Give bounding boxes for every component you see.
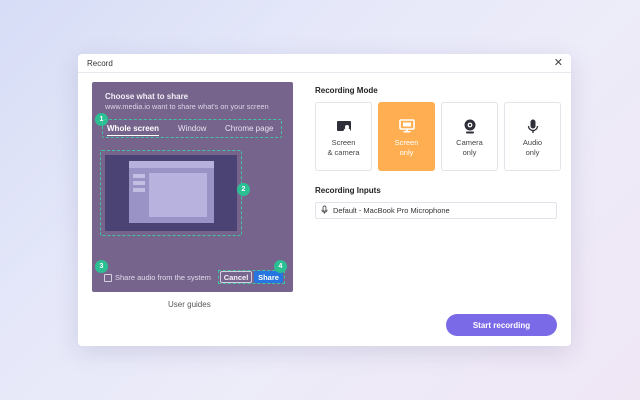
mode-label-line2: only bbox=[462, 147, 477, 157]
share-picker-illustration: Choose what to share www.media.io want t… bbox=[92, 82, 293, 292]
mode-audio-only[interactable]: Audio only bbox=[504, 102, 561, 171]
recording-mode-options: Screen & camera Screen only Camera only Aud… bbox=[315, 102, 561, 171]
screen-camera-icon bbox=[336, 119, 352, 133]
user-guides-link[interactable]: User guides bbox=[168, 300, 211, 309]
mode-label-line1: Audio bbox=[522, 138, 543, 147]
picker-heading: Choose what to share bbox=[105, 92, 189, 101]
webcam-icon bbox=[463, 119, 477, 133]
microphone-icon bbox=[321, 202, 328, 220]
record-dialog: Record ✕ Choose what to share www.media.… bbox=[78, 54, 571, 346]
dialog-titlebar: Record ✕ bbox=[78, 54, 571, 73]
tab-whole-screen[interactable]: Whole screen bbox=[107, 124, 160, 136]
cancel-button[interactable]: Cancel bbox=[220, 271, 252, 283]
step-badge-4: 4 bbox=[274, 260, 287, 273]
share-audio-label: Share audio from the system bbox=[115, 273, 211, 282]
picker-tabs: Whole screen Window Chrome page bbox=[102, 119, 282, 138]
step-badge-3: 3 bbox=[95, 260, 108, 273]
tab-chrome-page[interactable]: Chrome page bbox=[225, 124, 273, 133]
recording-mode-title: Recording Mode bbox=[315, 86, 378, 95]
dialog-title: Record bbox=[87, 58, 113, 68]
microphone-icon bbox=[527, 119, 539, 133]
mode-label-line1: Screen bbox=[394, 138, 419, 147]
microphone-value: Default - MacBook Pro Microphone bbox=[333, 206, 450, 215]
mode-label-line1: Camera bbox=[456, 138, 483, 147]
mode-camera-only[interactable]: Camera only bbox=[441, 102, 498, 171]
recording-inputs-title: Recording Inputs bbox=[315, 186, 381, 195]
step-badge-2: 2 bbox=[237, 183, 250, 196]
microphone-select[interactable]: Default - MacBook Pro Microphone bbox=[315, 202, 557, 219]
share-audio-option[interactable]: Share audio from the system bbox=[104, 273, 211, 282]
mode-label-line1: Screen bbox=[331, 138, 356, 147]
tab-window[interactable]: Window bbox=[178, 124, 206, 133]
start-recording-button[interactable]: Start recording bbox=[446, 314, 557, 336]
screen-thumbnail bbox=[105, 155, 237, 231]
mode-label-line2: & camera bbox=[327, 147, 360, 157]
mode-label-line2: only bbox=[525, 147, 540, 157]
monitor-icon bbox=[398, 119, 415, 133]
mode-screen-camera[interactable]: Screen & camera bbox=[315, 102, 372, 171]
close-icon[interactable]: ✕ bbox=[554, 57, 563, 69]
window-thumbnail bbox=[129, 161, 214, 223]
share-audio-checkbox[interactable] bbox=[104, 273, 112, 282]
picker-subtitle: www.media.io want to share what's on you… bbox=[105, 102, 269, 111]
mode-screen-only[interactable]: Screen only bbox=[378, 102, 435, 171]
mode-label-line2: only bbox=[399, 147, 414, 157]
screen-preview[interactable] bbox=[100, 150, 242, 236]
